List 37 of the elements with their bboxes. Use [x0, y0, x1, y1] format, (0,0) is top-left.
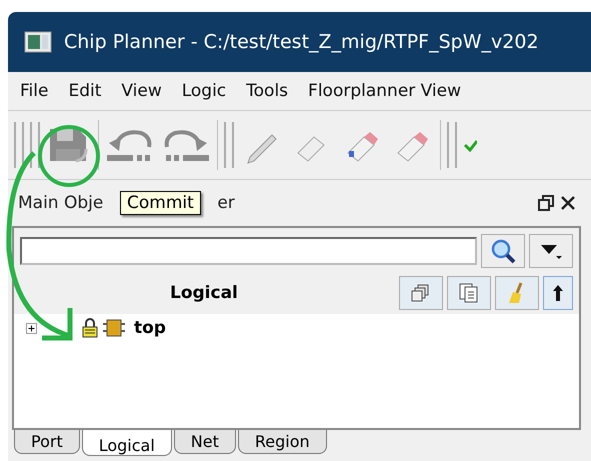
copy-button[interactable]	[447, 276, 491, 310]
menu-item[interactable]: View	[121, 81, 162, 101]
menu-item[interactable]: Edit	[68, 81, 102, 101]
tab[interactable]: Region	[238, 430, 327, 454]
lock-icon	[82, 318, 98, 338]
tab[interactable]: Net	[174, 430, 236, 454]
panel-title: er	[217, 193, 235, 213]
toolbar-grip[interactable]	[447, 122, 457, 168]
search-icon	[490, 238, 516, 264]
tab[interactable]: Logical	[82, 430, 172, 456]
close-icon[interactable]	[559, 194, 577, 212]
toolbar-grip[interactable]	[30, 122, 40, 168]
float-icon[interactable]	[537, 194, 555, 212]
panel-title: Main Obje	[18, 193, 104, 213]
highlight-circle	[37, 124, 101, 188]
collapse-button[interactable]	[399, 276, 443, 310]
stacked-windows-icon	[411, 283, 431, 303]
copy-icon	[459, 283, 479, 303]
chip-icon	[103, 319, 125, 337]
expand-toggle[interactable]	[26, 322, 37, 334]
menu-item[interactable]: Tools	[246, 81, 288, 101]
app-icon	[24, 31, 52, 53]
window-title: Chip Planner - C:/test/test_Z_mig/RTPF_SpW_v202	[64, 31, 539, 53]
search-field[interactable]	[20, 237, 477, 265]
tooltip: Commit	[120, 191, 201, 215]
dropdown-button[interactable]	[529, 234, 573, 268]
menu-item[interactable]: Floorplanner View	[308, 81, 462, 101]
menu-item[interactable]: File	[20, 81, 48, 101]
search-button[interactable]	[481, 234, 525, 268]
menu-item[interactable]: Logic	[182, 81, 226, 101]
tab[interactable]: Port	[14, 430, 80, 454]
column-header: Logical	[170, 283, 238, 303]
tree-item[interactable]: top	[134, 318, 166, 338]
up-button[interactable]	[543, 276, 573, 310]
toolbar-grip[interactable]	[224, 122, 234, 168]
up-arrow-icon	[551, 284, 565, 302]
toolbar-grip[interactable]	[14, 122, 24, 168]
